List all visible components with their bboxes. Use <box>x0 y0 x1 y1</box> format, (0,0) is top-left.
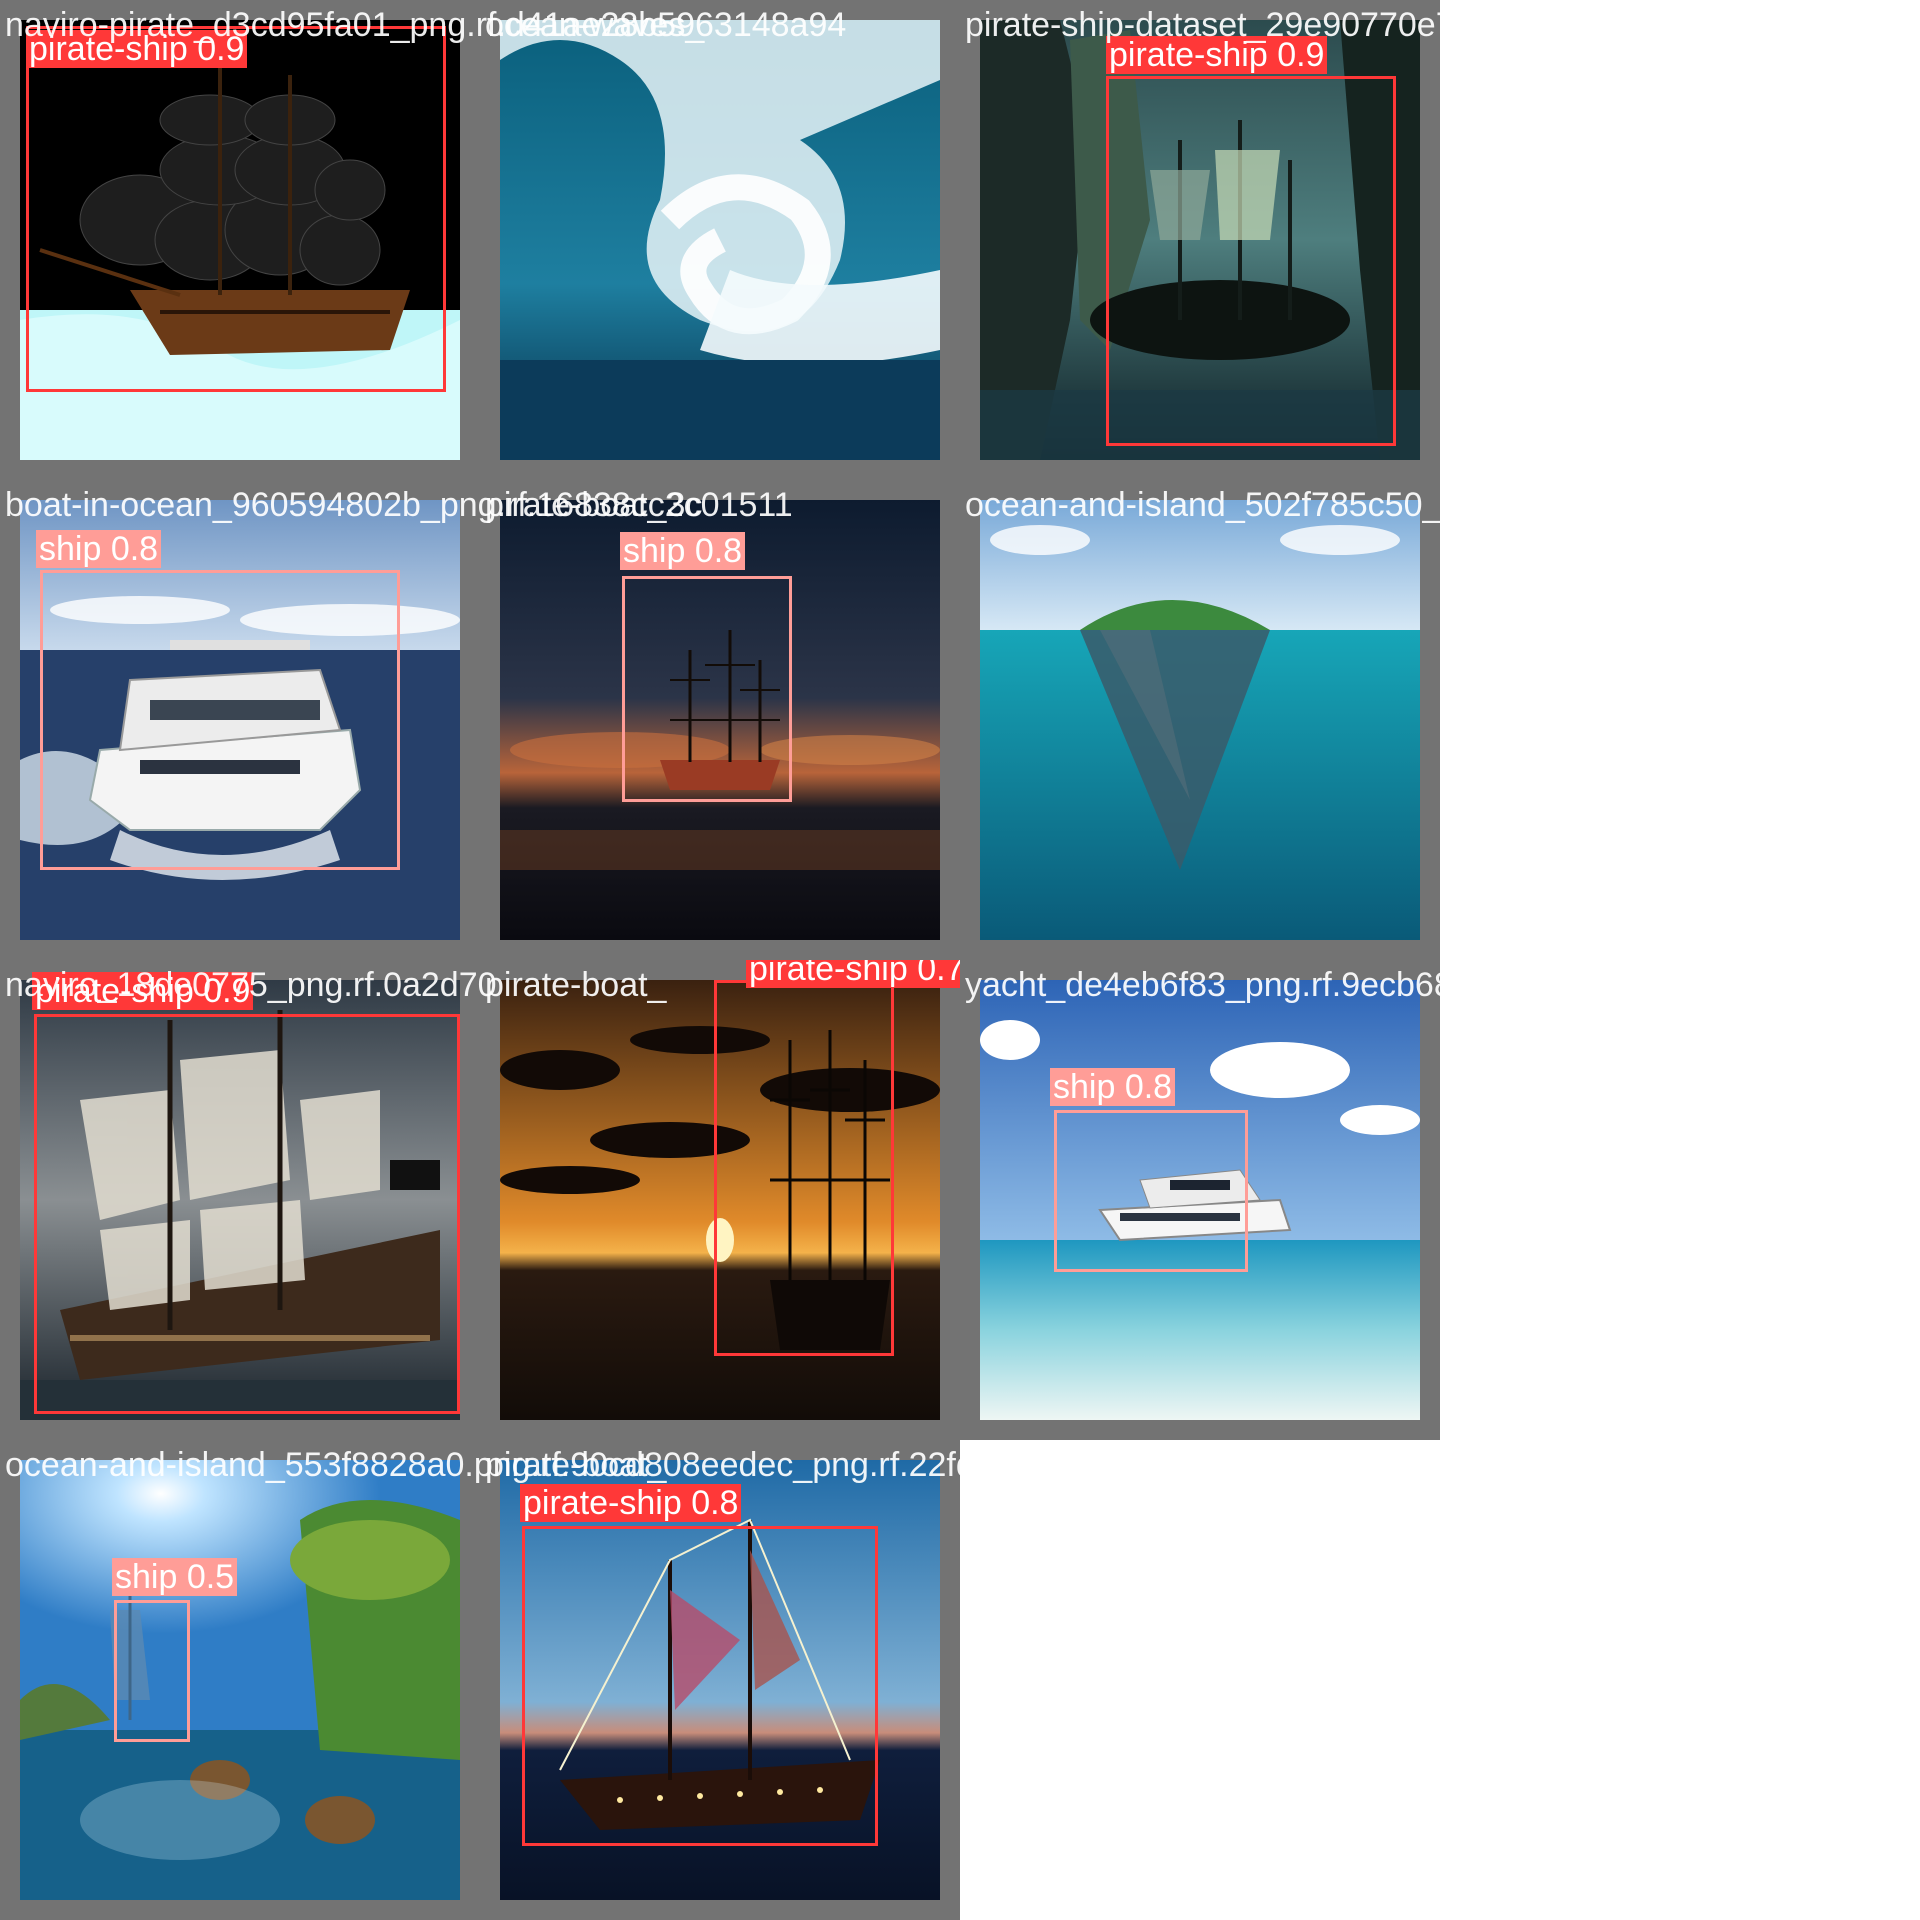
bounding-box <box>714 980 894 1356</box>
mosaic-tile-10: ship 0.5 <box>0 1440 480 1920</box>
detection-label: ship 0.5 <box>112 1558 238 1596</box>
bounding-box <box>1054 1110 1248 1272</box>
mosaic-tile-5: ship 0.8 <box>480 480 960 960</box>
detection-label: pirate-ship 0.9 <box>26 30 248 68</box>
photo-cartoon-island-ship <box>20 1460 460 1900</box>
detection-label: pirate-ship 0.8 <box>520 1484 742 1522</box>
mosaic-tile-7: pirate-ship 0.9 <box>0 960 480 1440</box>
bounding-box <box>26 26 446 392</box>
mosaic-tile-8: pirate-ship 0.7 <box>480 960 960 1440</box>
detection-label: ship 0.8 <box>1050 1068 1176 1106</box>
bounding-box <box>34 1014 460 1414</box>
bounding-box <box>1106 76 1396 446</box>
bounding-box <box>522 1526 878 1846</box>
mosaic-tile-1: pirate-ship 0.9 <box>0 0 480 480</box>
bounding-box <box>622 576 792 802</box>
bounding-box <box>114 1600 190 1742</box>
detection-label: pirate-ship 0.9 <box>32 972 254 1010</box>
mosaic-tile-6 <box>960 480 1440 960</box>
detection-label: pirate-ship 0.7 <box>746 960 960 988</box>
photo-ocean-wave <box>500 20 940 460</box>
mosaic-tile-2 <box>480 0 960 480</box>
detection-label: ship 0.8 <box>36 530 162 568</box>
mosaic-tile-11: pirate-ship 0.8 <box>480 1440 960 1920</box>
detection-label: ship 0.8 <box>620 532 746 570</box>
photo-floating-island <box>980 500 1420 940</box>
detection-label: pirate-ship 0.9 <box>1106 36 1328 74</box>
mosaic-tile-4: ship 0.8 <box>0 480 480 960</box>
bounding-box <box>40 570 400 870</box>
mosaic-tile-9: ship 0.8 <box>960 960 1440 1440</box>
mosaic-tile-3: pirate-ship 0.9 <box>960 0 1440 480</box>
